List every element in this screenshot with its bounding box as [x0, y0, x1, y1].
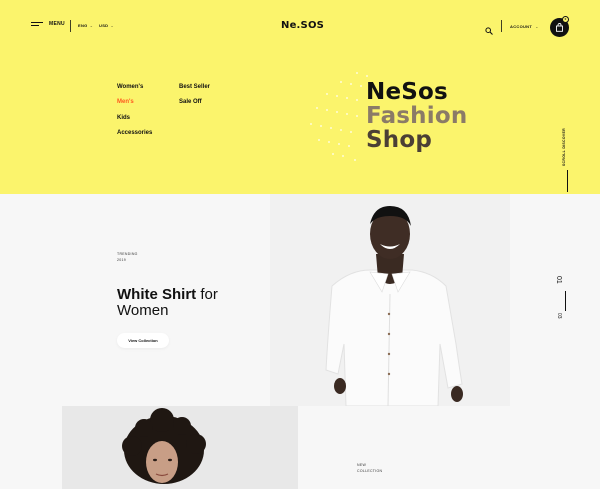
- chevron-down-icon: ⌄: [535, 24, 539, 29]
- trending-tag: TRENDING 2019: [117, 251, 138, 263]
- language-value: ENG: [78, 23, 88, 28]
- search-icon[interactable]: [485, 22, 493, 35]
- site-logo[interactable]: Ne.SOS: [281, 20, 324, 31]
- category-mens[interactable]: Men's: [117, 99, 134, 105]
- hero-title: NeSos Fashion Shop: [366, 80, 467, 152]
- hero-title-line3: Shop: [366, 127, 433, 153]
- hamburger-icon: [31, 21, 43, 27]
- model-white-shirt-illustration: [270, 194, 510, 406]
- view-collection-button[interactable]: View Collection: [117, 333, 169, 348]
- chevron-down-icon: ⌄: [110, 23, 115, 28]
- scroll-discover[interactable]: SCROLL DISCOVER: [560, 128, 574, 194]
- hero-title-line2: Fashion: [366, 103, 468, 129]
- account-menu[interactable]: ACCOUNT ⌄: [510, 24, 539, 29]
- hero-section: MENU ENG ⌄ USD ⌄ Ne.SOS ACCOUNT ⌄ 0 Wome…: [0, 0, 600, 194]
- headline-bold: White Shirt: [117, 286, 197, 303]
- category-kids[interactable]: Kids: [117, 115, 130, 121]
- cart-button[interactable]: 0: [550, 16, 569, 37]
- slide-total: 03: [556, 313, 562, 319]
- new-collection-tag: NEW COLLECTION: [357, 462, 382, 474]
- product-image-white-shirt[interactable]: [270, 194, 510, 406]
- category-best-seller[interactable]: Best Seller: [179, 84, 210, 90]
- category-womens[interactable]: Women's: [117, 84, 143, 90]
- category-sale-off[interactable]: Sale Off: [179, 99, 202, 105]
- hero-title-line1: NeSos: [366, 79, 448, 105]
- product-image-new-collection[interactable]: [62, 406, 298, 489]
- model-curly-hair-illustration: [62, 406, 298, 489]
- headline-line2: Women: [117, 302, 169, 319]
- trending-year: 2019: [117, 258, 126, 262]
- collection-label: COLLECTION: [357, 469, 383, 473]
- cart-count-badge: 0: [562, 16, 569, 23]
- menu-label: MENU: [49, 21, 65, 27]
- scroll-label: SCROLL DISCOVER: [562, 128, 566, 167]
- account-label: ACCOUNT: [510, 24, 533, 29]
- slide-current: 01: [555, 276, 562, 284]
- currency-selector[interactable]: USD ⌄: [99, 23, 114, 28]
- headline-rest: for: [196, 286, 218, 303]
- currency-value: USD: [99, 23, 109, 28]
- scroll-line: [567, 170, 568, 192]
- menu-button[interactable]: MENU: [31, 21, 65, 27]
- language-selector[interactable]: ENG ⌄: [78, 23, 93, 28]
- feature-headline: White Shirt for Women: [117, 287, 218, 319]
- divider: [70, 20, 71, 32]
- slide-progress-line: [565, 291, 566, 311]
- shopping-bag-icon: [556, 23, 563, 32]
- chevron-down-icon: ⌄: [89, 23, 94, 28]
- top-navigation: MENU ENG ⌄ USD ⌄ Ne.SOS ACCOUNT ⌄ 0: [0, 0, 600, 54]
- divider: [501, 20, 502, 32]
- category-accessories[interactable]: Accessories: [117, 130, 152, 136]
